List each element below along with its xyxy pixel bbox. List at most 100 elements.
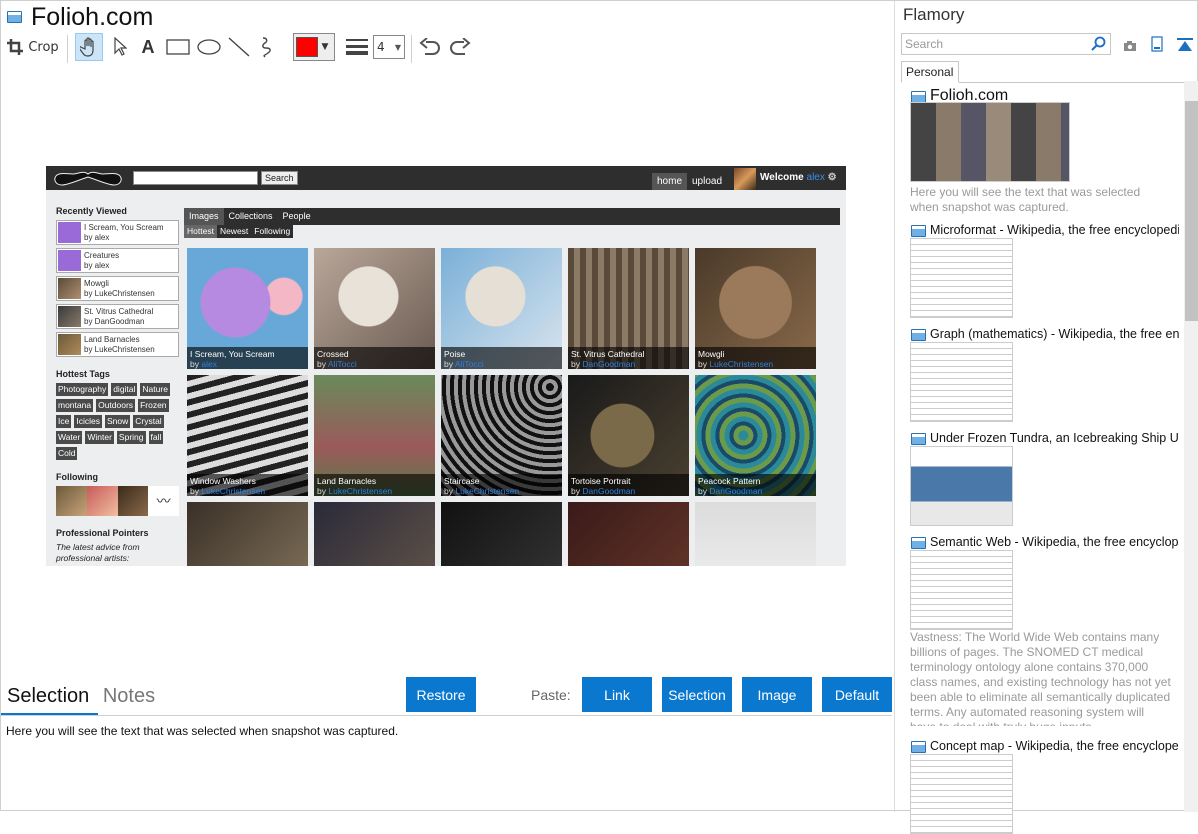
snapshot-canvas[interactable]: Search home upload Welcome alex ⚙ Recent…: [46, 166, 846, 566]
image-tile[interactable]: I Scream, You Scream by alex: [187, 248, 308, 369]
snapshot-thumbnail[interactable]: [910, 446, 1013, 526]
image-tile[interactable]: Mowgli by LukeChristensen: [695, 248, 816, 369]
tag-chip[interactable]: Snow: [104, 415, 131, 428]
tag-chip[interactable]: Water: [56, 431, 83, 444]
snapshot-thumbnail[interactable]: [910, 754, 1013, 834]
tag-chip[interactable]: Ice: [56, 415, 72, 428]
tab-people[interactable]: People: [278, 208, 316, 225]
tile-author[interactable]: DanGoodman: [709, 486, 762, 496]
line-width-select[interactable]: 4 ▼: [373, 35, 405, 59]
tag-chip[interactable]: Cold: [56, 447, 78, 460]
snapshot-thumbnail[interactable]: [910, 342, 1013, 422]
tab-selection[interactable]: Selection: [7, 685, 89, 707]
tab-collections[interactable]: Collections: [224, 208, 278, 225]
scrollbar-thumb[interactable]: [1185, 101, 1198, 321]
paste-image-button[interactable]: Image: [742, 677, 812, 712]
tile-author[interactable]: AliTocci: [328, 359, 357, 369]
tag-chip[interactable]: Winter: [85, 431, 114, 444]
tile-author[interactable]: DanGoodman: [582, 359, 635, 369]
snapshot-title[interactable]: Concept map - Wikipedia, the free encycl…: [930, 739, 1179, 753]
image-tile[interactable]: Poise by AliTocci: [441, 248, 562, 369]
line-tool-button[interactable]: [227, 33, 251, 61]
image-tile[interactable]: [695, 502, 816, 566]
paste-selection-button[interactable]: Selection: [662, 677, 732, 712]
image-tile[interactable]: Window Washers by LukeChristensen: [187, 375, 308, 496]
nav-upload[interactable]: upload: [687, 173, 727, 190]
image-tile[interactable]: Staircase by LukeChristensen: [441, 375, 562, 496]
restore-button[interactable]: Restore: [406, 677, 476, 712]
image-tile[interactable]: [441, 502, 562, 566]
snapshot-title[interactable]: Semantic Web - Wikipedia, the free encyc…: [930, 535, 1179, 549]
recent-item[interactable]: I Scream, You Scream by alex: [56, 220, 179, 245]
color-picker[interactable]: ▼: [293, 33, 335, 61]
tag-chip[interactable]: fall: [148, 431, 164, 444]
tag-chip[interactable]: Nature: [140, 383, 170, 396]
image-tile[interactable]: [314, 502, 435, 566]
tag-chip[interactable]: digital: [111, 383, 138, 396]
tile-author[interactable]: AliTocci: [455, 359, 484, 369]
recent-item[interactable]: St. Vitrus Cathedral by DanGoodman: [56, 304, 179, 329]
collapse-top-icon[interactable]: [1177, 37, 1193, 56]
paste-default-button[interactable]: Default: [822, 677, 892, 712]
image-tile[interactable]: Peacock Pattern by DanGoodman: [695, 375, 816, 496]
search-icon[interactable]: [1091, 36, 1107, 56]
image-tile[interactable]: Tortoise Portrait by DanGoodman: [568, 375, 689, 496]
tag-chip[interactable]: Icicles: [74, 415, 102, 428]
image-tile[interactable]: [568, 502, 689, 566]
snapshot-title[interactable]: Graph (mathematics) - Wikipedia, the fre…: [930, 327, 1179, 341]
snapshot-title[interactable]: Under Frozen Tundra, an Icebreaking Ship…: [930, 431, 1179, 445]
tag-chip[interactable]: Photography: [56, 383, 109, 396]
site-subtabs: Hottest Newest Following: [184, 225, 294, 238]
select-tool-button[interactable]: [107, 33, 133, 61]
camera-icon[interactable]: [1123, 37, 1137, 56]
nav-home[interactable]: home: [652, 173, 688, 190]
snapshot-thumbnail[interactable]: [910, 550, 1013, 630]
site-search-button[interactable]: Search: [261, 171, 298, 185]
tile-author[interactable]: LukeChristensen: [201, 486, 265, 496]
image-tile[interactable]: St. Vitrus Cathedral by DanGoodman: [568, 248, 689, 369]
tab-images[interactable]: Images: [184, 208, 224, 225]
tile-author[interactable]: LukeChristensen: [328, 486, 392, 496]
tag-chip[interactable]: Outdoors: [96, 399, 136, 412]
tile-author[interactable]: DanGoodman: [582, 486, 635, 496]
tag-chip[interactable]: Frozen: [138, 399, 169, 412]
paste-link-button[interactable]: Link: [582, 677, 652, 712]
subtab-following[interactable]: Following: [251, 225, 293, 238]
ellipse-tool-button[interactable]: [195, 33, 223, 61]
tag-chip[interactable]: montana: [56, 399, 94, 412]
tile-author[interactable]: LukeChristensen: [709, 359, 773, 369]
mustache-avatar-icon[interactable]: 〰: [148, 486, 179, 516]
tile-author[interactable]: alex: [201, 359, 217, 369]
snapshot-title[interactable]: Microformat - Wikipedia, the free encycl…: [930, 223, 1179, 237]
redo-button[interactable]: [447, 33, 473, 61]
freehand-tool-button[interactable]: [257, 33, 281, 61]
crop-button[interactable]: Crop: [7, 33, 59, 61]
text-tool-button[interactable]: A: [137, 33, 159, 61]
snapshot-thumbnail[interactable]: [910, 238, 1013, 318]
welcome-user[interactable]: alex: [807, 172, 825, 183]
gear-icon[interactable]: ⚙: [828, 172, 837, 183]
hand-tool-button[interactable]: [75, 33, 103, 61]
avatar[interactable]: [117, 486, 149, 516]
avatar[interactable]: [86, 486, 118, 516]
tag-chip[interactable]: Spring: [116, 431, 146, 444]
site-search-input[interactable]: [133, 171, 258, 185]
image-tile[interactable]: Crossed by AliTocci: [314, 248, 435, 369]
recent-item[interactable]: Creatures by alex: [56, 248, 179, 273]
tab-notes[interactable]: Notes: [103, 685, 155, 707]
tab-personal[interactable]: Personal: [901, 61, 959, 83]
snapshot-search-input[interactable]: Search: [901, 33, 1111, 55]
avatar[interactable]: [56, 486, 87, 516]
tile-author[interactable]: LukeChristensen: [455, 486, 519, 496]
snapshot-thumbnail[interactable]: [910, 102, 1070, 182]
subtab-hottest[interactable]: Hottest: [184, 225, 217, 238]
image-tile[interactable]: Land Barnacles by LukeChristensen: [314, 375, 435, 496]
subtab-newest[interactable]: Newest: [217, 225, 251, 238]
recent-item[interactable]: Land Barnacles by LukeChristensen: [56, 332, 179, 357]
rectangle-tool-button[interactable]: [165, 33, 191, 61]
image-tile[interactable]: [187, 502, 308, 566]
document-icon[interactable]: [1151, 36, 1163, 56]
tag-chip[interactable]: Crystal: [133, 415, 164, 428]
undo-button[interactable]: [417, 33, 443, 61]
recent-item[interactable]: Mowgli by LukeChristensen: [56, 276, 179, 301]
